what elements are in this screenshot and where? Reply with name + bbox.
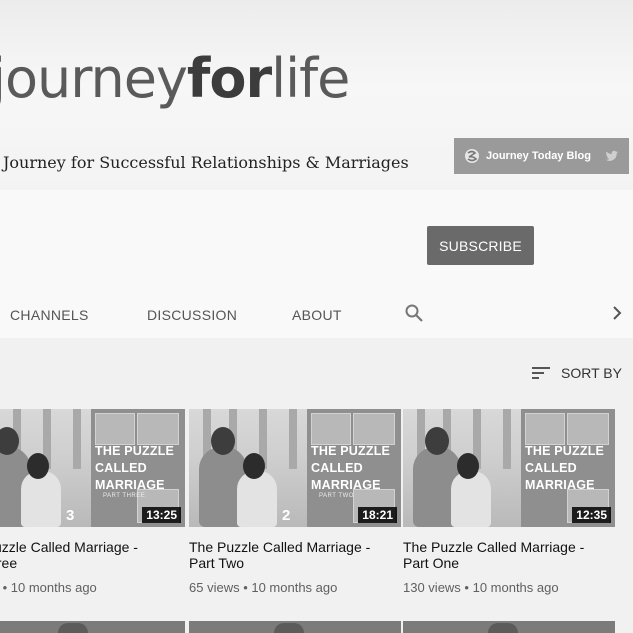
video-thumbnail[interactable]: THE PUZZLE CALLED MARRIAGE PART TWO 2 18:2… — [189, 409, 401, 527]
thumbnail-part-label: PART THREE — [103, 493, 146, 499]
channel-tagline: Journey for Successful Relationships & M… — [3, 153, 409, 172]
thumbnail-title: THE PUZZLE CALLED MARRIAGE — [525, 444, 605, 492]
channel-logo: journeyforlife — [0, 52, 350, 106]
search-icon[interactable] — [404, 303, 424, 323]
thumbnail-title: THE PUZZLE CALLED MARRIAGE — [95, 444, 175, 492]
episode-number: 3 — [66, 507, 75, 524]
video-title[interactable]: The Puzzle Called Marriage - Part One — [403, 539, 615, 571]
video-thumbnail-partial[interactable] — [0, 621, 185, 633]
tab-channels[interactable]: CHANNELS — [10, 307, 89, 323]
video-card[interactable]: THE PUZZLE CALLED MARRIAGE PART THREE 3 13… — [0, 409, 185, 595]
video-thumbnail-partial[interactable] — [189, 621, 401, 633]
blog-icon — [465, 149, 479, 163]
video-card[interactable]: THE PUZZLE CALLED MARRIAGE PART TWO 2 18:2… — [189, 409, 401, 595]
thumbnail-title: THE PUZZLE CALLED MARRIAGE — [311, 444, 391, 492]
channel-tabs: CHANNELS DISCUSSION ABOUT — [0, 295, 633, 337]
thumbnail-photo — [189, 409, 311, 527]
video-thumbnail[interactable]: THE PUZZLE CALLED MARRIAGE PART THREE 3 13… — [0, 409, 185, 527]
logo-word-for: for — [186, 47, 272, 110]
video-duration: 18:21 — [358, 507, 397, 523]
video-meta: iews • 10 months ago — [0, 580, 97, 595]
video-duration: 13:25 — [142, 507, 181, 523]
chevron-right-icon[interactable] — [611, 305, 623, 321]
thumbnail-photo — [0, 409, 95, 527]
logo-word-life: life — [271, 47, 350, 110]
blog-link-label: Journey Today Blog — [486, 150, 591, 162]
channel-banner: journeyforlife Journey for Successful Re… — [0, 0, 633, 190]
twitter-icon[interactable] — [605, 149, 619, 163]
sort-by-button[interactable]: SORT BY — [531, 364, 622, 382]
video-title[interactable]: e Puzzle Called Marriage -t Three — [0, 539, 185, 571]
video-card[interactable]: THE PUZZLE CALLED MARRIAGE 12:35 The Puzzl… — [403, 409, 615, 595]
video-meta: 130 views • 10 months ago — [403, 580, 559, 595]
banner-blog-link[interactable]: Journey Today Blog — [454, 138, 629, 174]
video-meta: 65 views • 10 months ago — [189, 580, 338, 595]
logo-word-journey: journey — [0, 47, 188, 110]
video-thumbnail-partial[interactable] — [403, 621, 615, 633]
sort-by-label: SORT BY — [561, 365, 622, 381]
episode-number: 2 — [282, 507, 291, 524]
subscribe-button[interactable]: SUBSCRIBE — [427, 226, 534, 265]
tab-about[interactable]: ABOUT — [292, 307, 342, 323]
thumbnail-part-label: PART TWO — [319, 493, 354, 499]
video-title[interactable]: The Puzzle Called Marriage - Part Two — [189, 539, 401, 571]
video-duration: 12:35 — [572, 507, 611, 523]
sort-icon — [532, 367, 550, 379]
tab-discussion[interactable]: DISCUSSION — [147, 307, 237, 323]
thumbnail-photo — [403, 409, 525, 527]
video-thumbnail[interactable]: THE PUZZLE CALLED MARRIAGE 12:35 — [403, 409, 615, 527]
